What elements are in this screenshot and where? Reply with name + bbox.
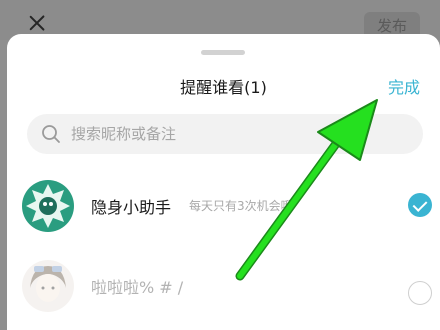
contact-hint: 每天只有3次机会哦 (189, 199, 293, 213)
close-icon[interactable] (28, 14, 46, 32)
contact-name: 隐身小助手 (91, 198, 172, 217)
unchecked-radio-icon[interactable] (408, 281, 432, 305)
remind-who-sheet: 提醒谁看(1) 完成 隐身小助手 每天只有3次机会哦 啦啦啦 (7, 34, 440, 330)
contact-name: 啦啦啦% # / (91, 278, 184, 297)
avatar (22, 180, 74, 232)
done-button[interactable]: 完成 (388, 74, 420, 98)
search-bar[interactable] (27, 114, 423, 154)
contact-row[interactable]: 啦啦啦% # / (7, 254, 440, 314)
search-icon (42, 125, 60, 143)
sheet-grabber-handle[interactable] (201, 50, 245, 55)
checkmark-icon[interactable] (408, 193, 432, 217)
search-input[interactable] (71, 114, 411, 154)
sheet-title: 提醒谁看(1) (180, 78, 267, 97)
contact-row[interactable]: 隐身小助手 每天只有3次机会哦 (7, 174, 440, 234)
avatar (22, 260, 74, 312)
